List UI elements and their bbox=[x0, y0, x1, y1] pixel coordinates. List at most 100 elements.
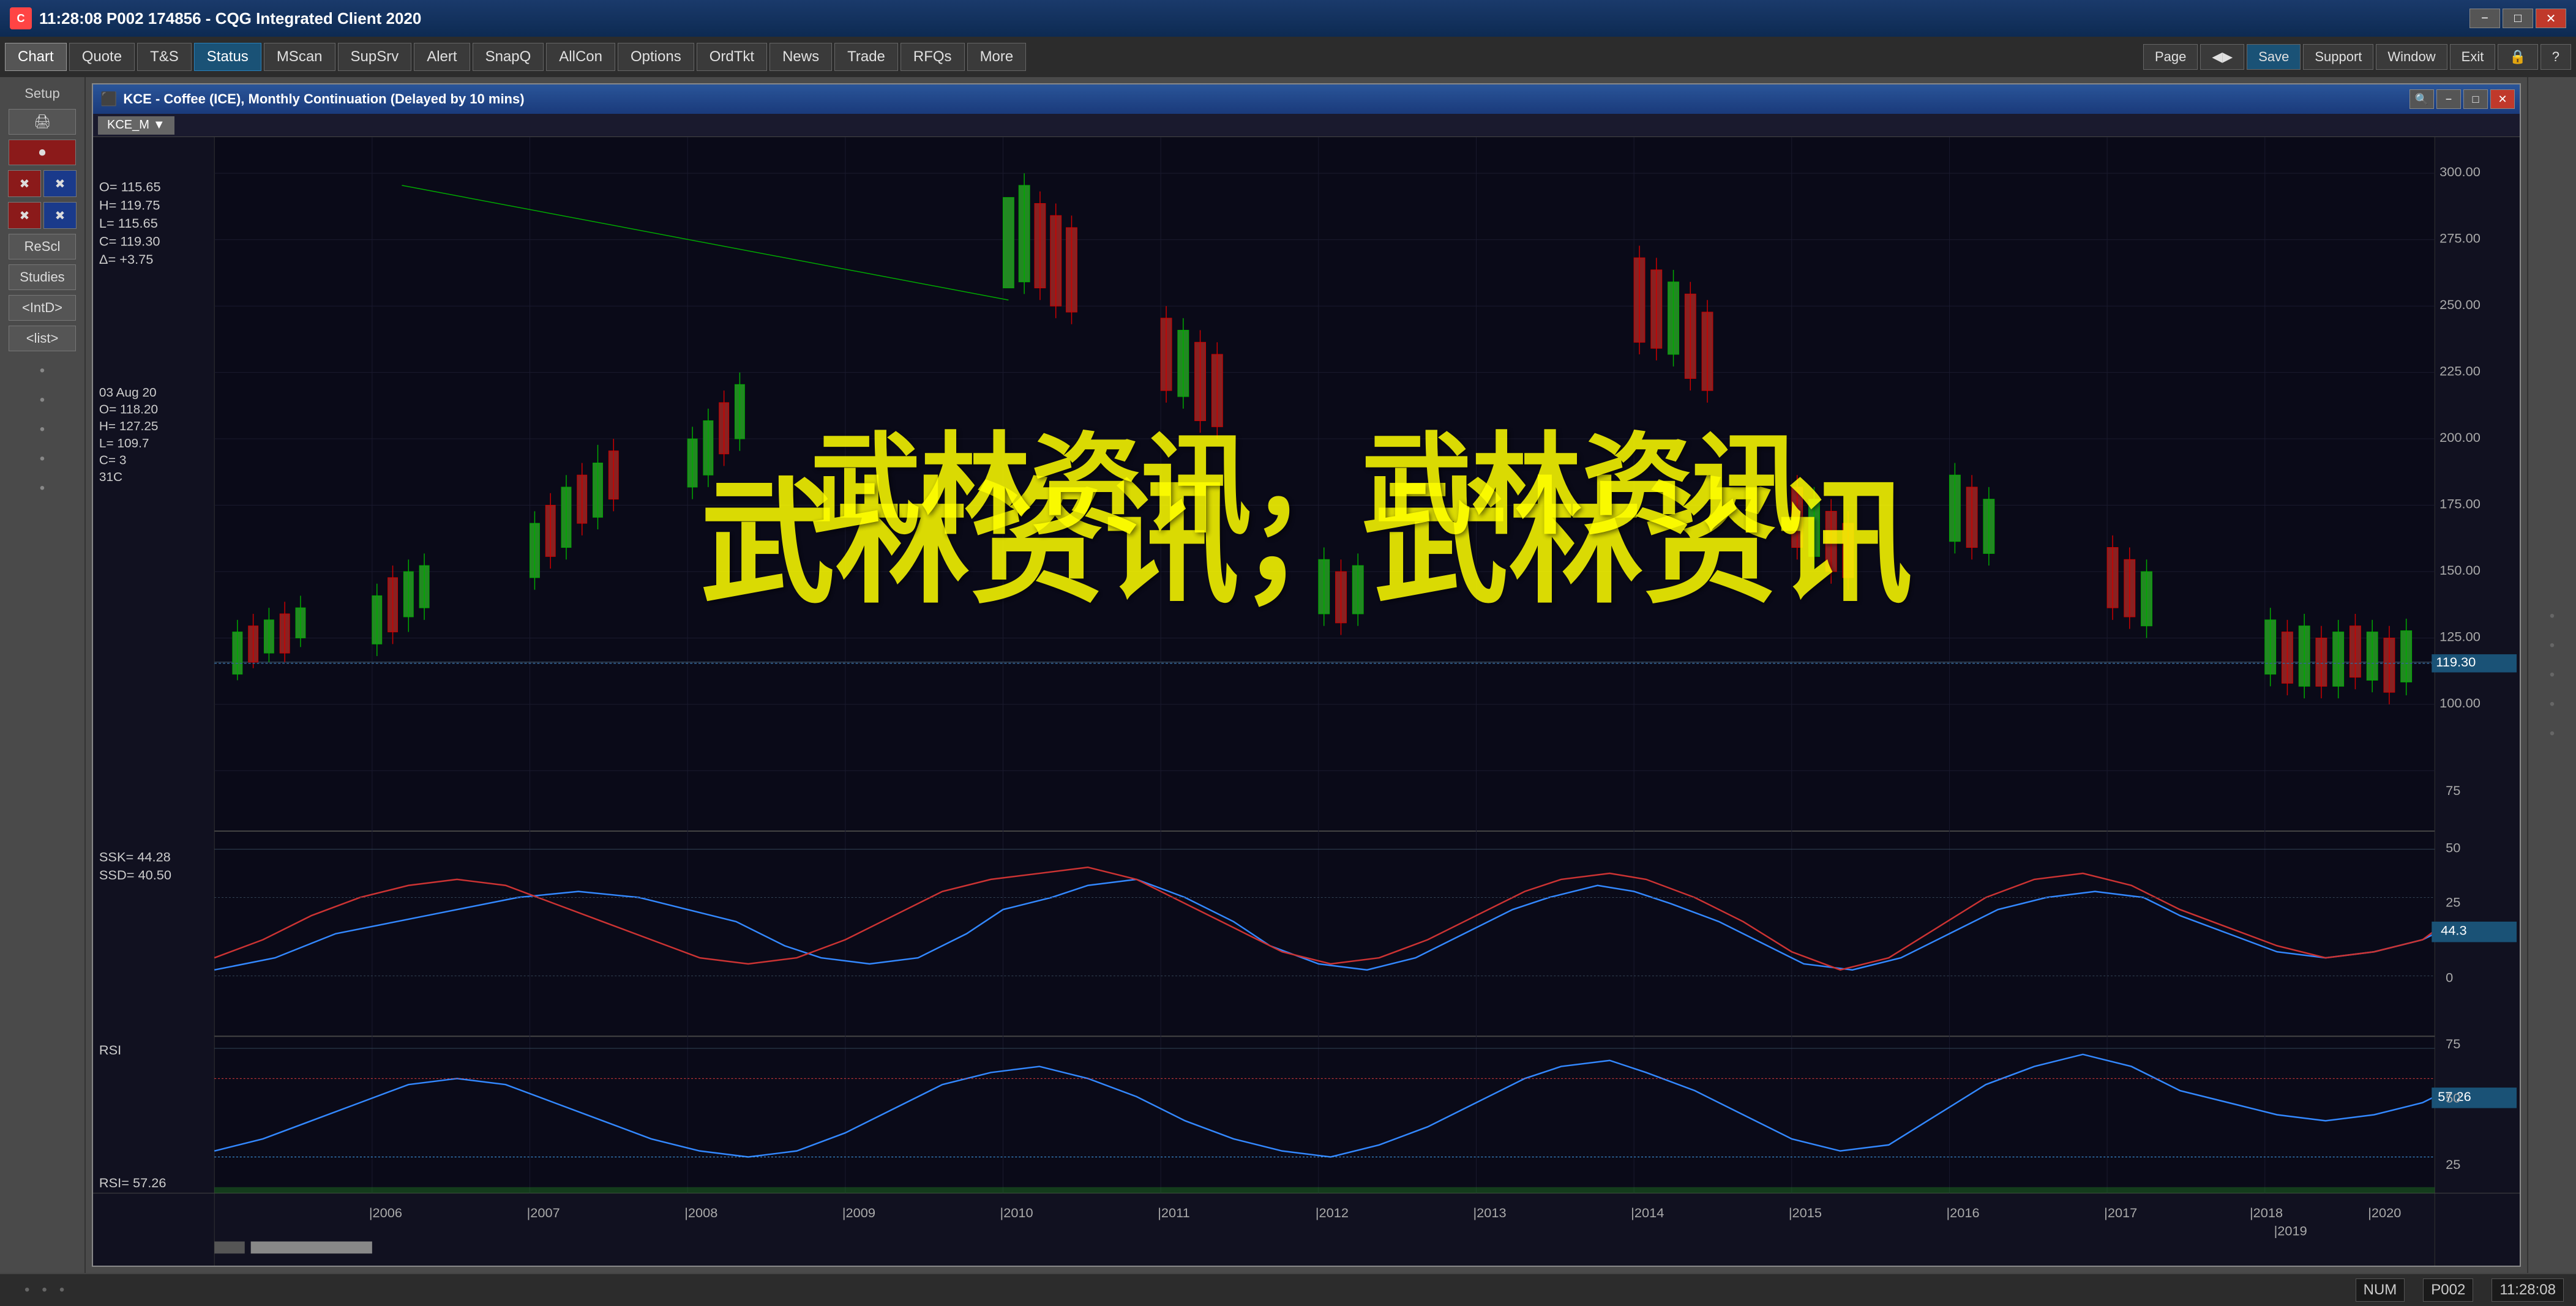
svg-text:50: 50 bbox=[2446, 1091, 2460, 1106]
svg-text:25: 25 bbox=[2446, 894, 2460, 909]
menu-allcon[interactable]: AllCon bbox=[546, 43, 615, 71]
svg-text:25: 25 bbox=[2446, 1157, 2460, 1172]
svg-text:|2012: |2012 bbox=[1316, 1205, 1349, 1220]
svg-text:50: 50 bbox=[2446, 840, 2460, 856]
nav-arrows[interactable]: ◀▶ bbox=[2200, 44, 2244, 70]
menu-supsrv[interactable]: SupSrv bbox=[338, 43, 412, 71]
menu-trade[interactable]: Trade bbox=[834, 43, 898, 71]
svg-text:|2018: |2018 bbox=[2250, 1205, 2283, 1220]
status-bar: • • • NUM P002 11:28:08 bbox=[0, 1273, 2576, 1306]
title-bar: C 11:28:08 P002 174856 - CQG Integrated … bbox=[0, 0, 2576, 37]
menu-quote[interactable]: Quote bbox=[69, 43, 135, 71]
svg-text:RSI: RSI bbox=[99, 1042, 121, 1058]
svg-text:O= 115.65: O= 115.65 bbox=[99, 179, 161, 195]
menu-options[interactable]: Options bbox=[618, 43, 694, 71]
chart-tab-kce[interactable]: KCE_M ▼ bbox=[98, 116, 174, 135]
svg-text:0: 0 bbox=[2446, 970, 2453, 985]
chart-title: KCE - Coffee (ICE), Monthly Continuation… bbox=[123, 91, 524, 107]
minimize-button[interactable]: − bbox=[2469, 9, 2500, 28]
menu-alert[interactable]: Alert bbox=[414, 43, 470, 71]
window-controls: − □ ✕ bbox=[2469, 9, 2566, 28]
svg-text:175.00: 175.00 bbox=[2439, 496, 2481, 511]
svg-text:44.3: 44.3 bbox=[2441, 923, 2466, 938]
svg-text:|2008: |2008 bbox=[684, 1205, 717, 1220]
menu-bar: Chart Quote T&S Status MScan SupSrv Aler… bbox=[0, 37, 2576, 77]
svg-text:250.00: 250.00 bbox=[2439, 297, 2481, 312]
chart-minimize-button[interactable]: − bbox=[2436, 89, 2461, 109]
svg-text:|2007: |2007 bbox=[527, 1205, 560, 1220]
btn-blue-2[interactable]: ✖ bbox=[43, 202, 77, 229]
svg-text:|2009: |2009 bbox=[842, 1205, 875, 1220]
help-button[interactable]: ? bbox=[2540, 44, 2571, 70]
svg-text:125.00: 125.00 bbox=[2439, 629, 2481, 644]
chart-search-button[interactable]: 🔍 bbox=[2409, 89, 2434, 109]
svg-text:H= 119.75: H= 119.75 bbox=[99, 197, 160, 212]
record-button[interactable]: ⏺ bbox=[9, 140, 76, 165]
svg-text:225.00: 225.00 bbox=[2439, 364, 2481, 379]
print-button[interactable]: 🖨 bbox=[9, 109, 76, 135]
page-button[interactable]: Page bbox=[2143, 44, 2198, 70]
btn-blue-1[interactable]: ✖ bbox=[43, 170, 77, 197]
chart-svg: 44.3 57.26 300.00 bbox=[93, 137, 2520, 1266]
svg-text:03 Aug 20: 03 Aug 20 bbox=[99, 386, 157, 400]
close-button[interactable]: ✕ bbox=[2536, 9, 2566, 28]
sidebar-btn-row-1: ✖ ✖ bbox=[8, 170, 77, 197]
save-button[interactable]: Save bbox=[2247, 44, 2301, 70]
app-icon: C bbox=[10, 7, 32, 29]
lock-button[interactable]: 🔒 bbox=[2498, 44, 2537, 70]
menu-snapq[interactable]: SnapQ bbox=[473, 43, 544, 71]
sidebar-btn-row-2: ✖ ✖ bbox=[8, 202, 77, 229]
menu-mscan[interactable]: MScan bbox=[264, 43, 335, 71]
setup-label: Setup bbox=[4, 83, 81, 104]
chart-close-button[interactable]: ✕ bbox=[2490, 89, 2515, 109]
rescl-button[interactable]: ReScl bbox=[9, 234, 76, 259]
window-button[interactable]: Window bbox=[2376, 44, 2447, 70]
menu-more[interactable]: More bbox=[967, 43, 1027, 71]
svg-text:|2020: |2020 bbox=[2368, 1205, 2401, 1220]
svg-text:|2016: |2016 bbox=[1947, 1205, 1980, 1220]
num-indicator: NUM bbox=[2356, 1278, 2405, 1302]
window-title: 11:28:08 P002 174856 - CQG Integrated Cl… bbox=[39, 9, 421, 28]
right-sidebar: • • • • • bbox=[2527, 77, 2576, 1273]
menu-news[interactable]: News bbox=[769, 43, 832, 71]
menu-ts[interactable]: T&S bbox=[137, 43, 192, 71]
svg-text:RSI= 57.26: RSI= 57.26 bbox=[99, 1175, 167, 1190]
studies-button[interactable]: Studies bbox=[9, 264, 76, 290]
svg-text:300.00: 300.00 bbox=[2439, 164, 2481, 179]
btn-red-1[interactable]: ✖ bbox=[8, 170, 41, 197]
chart-window: ⬛ KCE - Coffee (ICE), Monthly Continuati… bbox=[92, 83, 2521, 1267]
account-indicator: P002 bbox=[2423, 1278, 2473, 1302]
chart-restore-button[interactable]: □ bbox=[2463, 89, 2488, 109]
menu-status[interactable]: Status bbox=[194, 43, 261, 71]
menu-chart[interactable]: Chart bbox=[5, 43, 67, 71]
exit-button[interactable]: Exit bbox=[2450, 44, 2496, 70]
svg-text:75: 75 bbox=[2446, 1036, 2460, 1051]
svg-text:200.00: 200.00 bbox=[2439, 430, 2481, 445]
maximize-button[interactable]: □ bbox=[2503, 9, 2533, 28]
svg-text:100.00: 100.00 bbox=[2439, 695, 2481, 711]
list-button[interactable]: <list> bbox=[9, 326, 76, 351]
svg-text:Δ= +3.75: Δ= +3.75 bbox=[99, 252, 153, 267]
svg-text:O= 118.20: O= 118.20 bbox=[99, 403, 158, 417]
svg-text:C= 119.30: C= 119.30 bbox=[99, 234, 160, 249]
left-sidebar: Setup 🖨 ⏺ ✖ ✖ ✖ ✖ ReScl Studies <IntD> <… bbox=[0, 77, 86, 1273]
chart-titlebar: ⬛ KCE - Coffee (ICE), Monthly Continuati… bbox=[93, 84, 2520, 114]
support-button[interactable]: Support bbox=[2303, 44, 2373, 70]
svg-text:|2015: |2015 bbox=[1789, 1205, 1822, 1220]
svg-text:31C: 31C bbox=[99, 470, 122, 484]
svg-text:L= 115.65: L= 115.65 bbox=[99, 215, 158, 231]
chart-container: ⬛ KCE - Coffee (ICE), Monthly Continuati… bbox=[86, 77, 2527, 1273]
btn-red-2[interactable]: ✖ bbox=[8, 202, 41, 229]
svg-text:SSK= 44.28: SSK= 44.28 bbox=[99, 849, 171, 864]
menu-rfqs[interactable]: RFQs bbox=[900, 43, 965, 71]
chart-inner: 武林资讯，武林资讯 bbox=[93, 137, 2520, 1266]
menu-ordtkt[interactable]: OrdTkt bbox=[697, 43, 767, 71]
svg-text:|2013: |2013 bbox=[1473, 1205, 1507, 1220]
intd-button[interactable]: <IntD> bbox=[9, 295, 76, 321]
svg-text:|2006: |2006 bbox=[369, 1205, 402, 1220]
chart-tabs: KCE_M ▼ bbox=[93, 114, 2520, 137]
dots-left: • • • bbox=[12, 1282, 2337, 1299]
svg-text:|2011: |2011 bbox=[1158, 1205, 1190, 1220]
svg-text:75: 75 bbox=[2446, 783, 2460, 798]
main-layout: Setup 🖨 ⏺ ✖ ✖ ✖ ✖ ReScl Studies <IntD> <… bbox=[0, 77, 2576, 1273]
